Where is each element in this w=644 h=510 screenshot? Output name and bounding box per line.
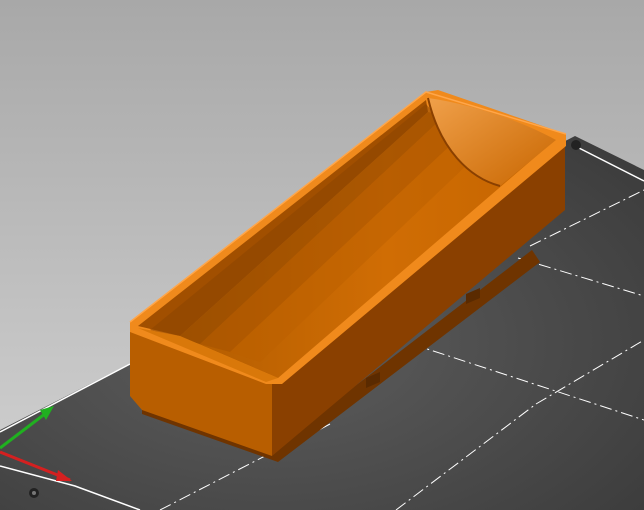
3d-scene[interactable] (0, 0, 644, 510)
3d-viewport[interactable] (0, 0, 644, 510)
bed-screw-hole-icon (32, 491, 36, 495)
bed-screw-icon (571, 140, 581, 150)
